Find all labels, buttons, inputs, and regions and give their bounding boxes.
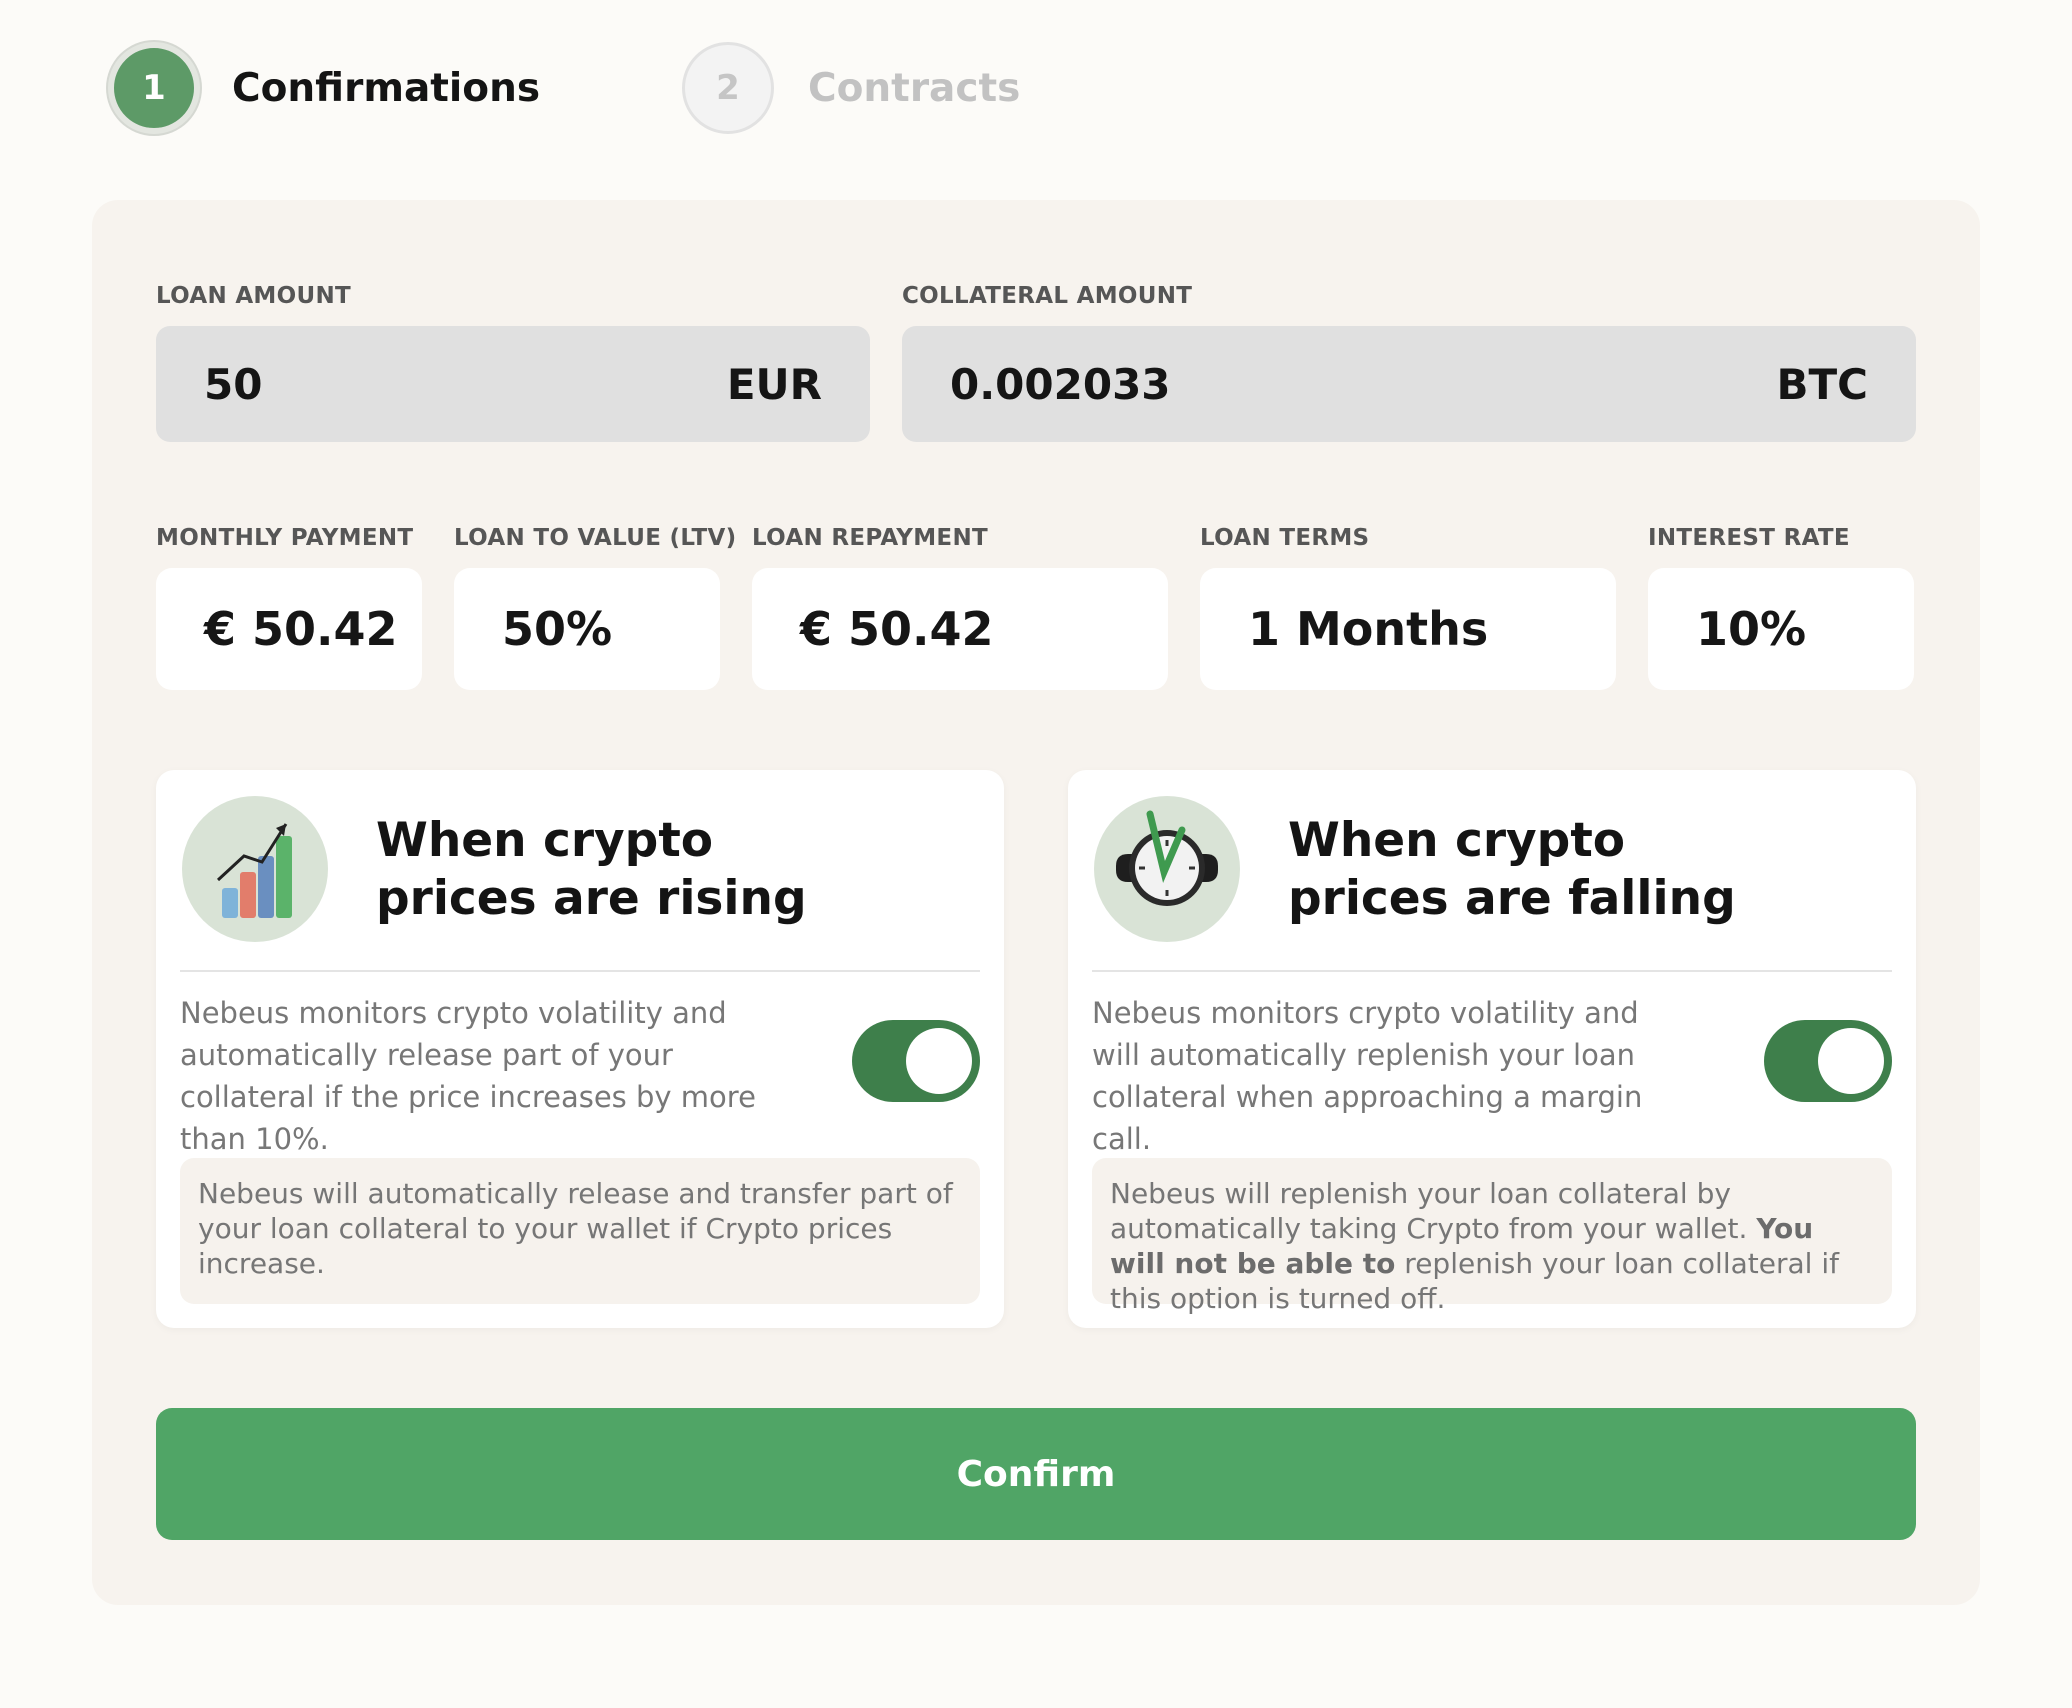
stopwatch-icon <box>1094 796 1240 942</box>
falling-title-line1: When crypto <box>1288 813 1626 868</box>
falling-card-note: Nebeus will replenish your loan collater… <box>1092 1158 1892 1315</box>
step-confirmations[interactable]: 1 Confirmations <box>108 42 540 134</box>
collateral-amount-currency: BTC <box>1776 359 1869 409</box>
monthly-payment-value: € 50.42 <box>156 568 422 690</box>
step-2-number: 2 <box>682 42 774 134</box>
monthly-payment-label: MONTHLY PAYMENT <box>156 525 414 551</box>
collateral-amount-value: 0.002033 <box>950 359 1171 409</box>
rising-title-line1: When crypto <box>376 813 714 868</box>
loan-amount-currency: EUR <box>726 359 822 409</box>
loan-amount-value: 50 <box>204 359 263 409</box>
ltv-value: 50% <box>454 568 720 690</box>
loan-terms-label: LOAN TERMS <box>1200 525 1370 551</box>
loan-amount-label: LOAN AMOUNT <box>156 283 351 309</box>
toggle-knob <box>1818 1028 1884 1094</box>
replenish-collateral-toggle[interactable] <box>1764 1020 1892 1102</box>
toggle-knob <box>906 1028 972 1094</box>
loan-summary-panel: LOAN AMOUNT 50 EUR COLLATERAL AMOUNT 0.0… <box>92 200 1980 1605</box>
falling-card-divider <box>1092 970 1892 972</box>
loan-repayment-label: LOAN REPAYMENT <box>752 525 988 551</box>
loan-amount-field[interactable]: 50 EUR <box>156 326 870 442</box>
price-rising-card: When crypto prices are rising Nebeus mon… <box>156 770 1004 1328</box>
step-1-number: 1 <box>108 42 200 134</box>
rising-card-divider <box>180 970 980 972</box>
rising-card-note: Nebeus will automatically release and tr… <box>180 1158 980 1304</box>
step-contracts[interactable]: 2 Contracts <box>682 42 1020 134</box>
falling-note-start: Nebeus will replenish your loan collater… <box>1110 1177 1748 1245</box>
price-falling-card: When crypto prices are falling Nebeus mo… <box>1068 770 1916 1328</box>
falling-card-title: When crypto prices are falling <box>1288 812 1888 928</box>
confirm-button[interactable]: Confirm <box>156 1408 1916 1540</box>
falling-title-line2: prices are falling <box>1288 871 1736 926</box>
step-1-label: Confirmations <box>232 65 541 111</box>
rising-card-title: When crypto prices are rising <box>376 812 976 928</box>
falling-card-description: Nebeus monitors crypto volatility and wi… <box>1092 996 1643 1156</box>
interest-rate-value: 10% <box>1648 568 1914 690</box>
collateral-amount-label: COLLATERAL AMOUNT <box>902 283 1193 309</box>
loan-terms-value: 1 Months <box>1200 568 1616 690</box>
ltv-label: LOAN TO VALUE (LTV) <box>454 525 737 551</box>
rising-title-line2: prices are rising <box>376 871 807 926</box>
loan-repayment-value: € 50.42 <box>752 568 1168 690</box>
release-collateral-toggle[interactable] <box>852 1020 980 1102</box>
step-2-label: Contracts <box>808 65 1021 111</box>
rising-card-description: Nebeus monitors crypto volatility and au… <box>180 996 756 1156</box>
interest-rate-label: INTEREST RATE <box>1648 525 1850 551</box>
rising-chart-icon <box>182 796 328 942</box>
collateral-amount-field[interactable]: 0.002033 BTC <box>902 326 1916 442</box>
